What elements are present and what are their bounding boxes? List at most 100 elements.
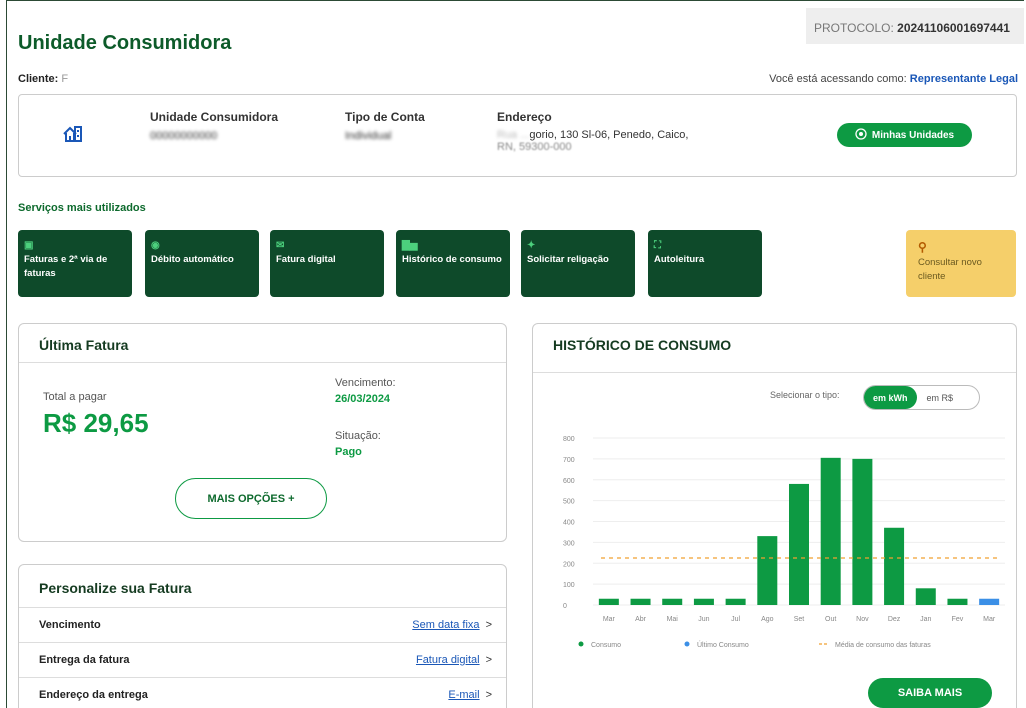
- bar-consumo: [662, 598, 683, 605]
- bar-consumo: [915, 588, 936, 605]
- toggle-kwh[interactable]: em kWh: [864, 386, 917, 409]
- due-date-label: Vencimento:: [335, 377, 396, 389]
- learn-more-button[interactable]: SAIBA MAIS: [868, 678, 992, 708]
- client-label: Cliente: F: [18, 73, 69, 85]
- consumption-history-card: HISTÓRICO DE CONSUMO Selecionar o tipo: …: [532, 323, 1017, 708]
- coin-icon: ◉: [151, 240, 160, 251]
- legend-consumo-marker: [578, 641, 584, 647]
- consumption-chart: 0 100 200 300 400 500 600 700 800 Mar Abr Mai Jun Jul…: [563, 436, 1005, 649]
- address-line2: RN, 59300-000: [497, 141, 572, 153]
- status-label: Situação:: [335, 430, 381, 442]
- personalize-card: Personalize sua Fatura Vencimento Sem da…: [18, 564, 507, 708]
- due-date-link[interactable]: Sem data fixa >: [412, 619, 492, 631]
- document-icon: ▣: [24, 240, 34, 251]
- row-label: Entrega da fatura: [39, 654, 130, 666]
- y-tick-label: 500: [563, 499, 575, 506]
- services-title: Serviços mais utilizados: [18, 202, 146, 214]
- y-tick-label: 100: [563, 582, 575, 589]
- delivery-address-link[interactable]: E-mail >: [448, 689, 492, 701]
- my-units-button[interactable]: Minhas Unidades: [837, 123, 972, 147]
- service-reconnection[interactable]: ✦ Solicitar religação: [521, 230, 635, 297]
- x-tick-label: Mar: [603, 616, 616, 623]
- y-tick-label: 300: [563, 540, 575, 547]
- status-value: Pago: [335, 446, 362, 458]
- service-consumption-history[interactable]: ▇▅ Histórico de consumo: [396, 230, 510, 297]
- legend-ultimo-marker: [684, 641, 690, 647]
- total-label: Total a pagar: [43, 391, 107, 403]
- last-invoice-card: Última Fatura Total a pagar R$ 29,65 Ven…: [18, 323, 507, 542]
- row-label: Endereço da entrega: [39, 689, 148, 701]
- access-text: Você está acessando como:: [769, 73, 907, 85]
- service-new-client[interactable]: ⚲ Consultar novo cliente: [906, 230, 1016, 297]
- account-type-header: Tipo de Conta: [345, 110, 425, 124]
- service-auto-debit[interactable]: ◉ Débito automático: [145, 230, 259, 297]
- account-type-col: Tipo de Conta Individual: [345, 110, 425, 142]
- service-self-reading[interactable]: ⛶ Autoleitura: [648, 230, 762, 297]
- personalize-row-due-date: Vencimento Sem data fixa >: [19, 608, 506, 643]
- x-tick-label: Jul: [731, 616, 740, 623]
- x-tick-label: Mar: [983, 616, 996, 623]
- x-tick-label: Dez: [888, 616, 901, 623]
- x-tick-label: Out: [825, 616, 836, 623]
- client-row: Cliente: F Você está acessando como: Rep…: [18, 73, 1018, 85]
- x-tick-label: Fev: [952, 616, 964, 623]
- account-type-value: Individual: [345, 130, 392, 142]
- legend-consumo-label: Consumo: [591, 642, 621, 649]
- bar-consumo: [884, 527, 905, 605]
- address-hidden-part: Rua ...: [497, 129, 530, 141]
- y-tick-label: 200: [563, 561, 575, 568]
- target-icon: [855, 127, 867, 143]
- bar-consumo: [852, 458, 873, 605]
- bar-consumo: [630, 598, 651, 605]
- personalize-title: Personalize sua Fatura: [19, 565, 506, 608]
- due-date-value: 26/03/2024: [335, 393, 391, 405]
- service-invoices-label: Faturas e 2ª via de faturas: [24, 254, 108, 279]
- bar-consumo: [598, 598, 619, 605]
- more-options-button[interactable]: MAIS OPÇÕES +: [175, 478, 327, 519]
- address-value: Rua ...gorio, 130 Sl-06, Penedo, Caico, …: [497, 129, 797, 153]
- select-type-label: Selecionar o tipo:: [770, 390, 840, 400]
- service-invoices[interactable]: ▣ Faturas e 2ª via de faturas: [18, 230, 132, 297]
- toggle-brl[interactable]: em R$: [917, 393, 954, 403]
- bar-consumo: [693, 598, 714, 605]
- x-tick-label: Jun: [698, 616, 709, 623]
- y-tick-label: 0: [563, 603, 567, 610]
- scan-icon: ⛶: [654, 240, 661, 251]
- uc-card: Unidade Consumidora 00000000000 Tipo de …: [18, 94, 1017, 177]
- chevron-right-icon: >: [485, 654, 492, 666]
- bar-consumo: [757, 536, 778, 605]
- building-icon: [63, 125, 83, 148]
- mail-icon: ✉: [276, 240, 285, 251]
- service-auto-debit-label: Débito automático: [151, 254, 234, 265]
- protocol-box: PROTOCOLO: 20241106001697441: [806, 8, 1024, 44]
- personalize-row-delivery: Entrega da fatura Fatura digital >: [19, 643, 506, 678]
- x-tick-label: Mai: [667, 616, 679, 623]
- y-tick-label: 700: [563, 457, 575, 464]
- page-title: Unidade Consumidora: [18, 32, 232, 54]
- service-consumption-history-label: Histórico de consumo: [402, 254, 502, 265]
- protocol-number: 20241106001697441: [897, 21, 1010, 35]
- access-info: Você está acessando como: Representante …: [769, 73, 1018, 85]
- uc-number-value: 00000000000: [150, 130, 218, 142]
- delivery-link[interactable]: Fatura digital >: [416, 654, 492, 666]
- row-label: Vencimento: [39, 619, 101, 631]
- x-tick-label: Ago: [761, 616, 774, 623]
- bar-consumo: [947, 598, 968, 605]
- chevron-right-icon: >: [485, 689, 492, 701]
- y-tick-label: 400: [563, 520, 575, 527]
- access-role-link[interactable]: Representante Legal: [910, 73, 1018, 85]
- address-header: Endereço: [497, 110, 552, 124]
- chevron-right-icon: >: [485, 619, 492, 631]
- address-line1: gorio, 130 Sl-06, Penedo, Caico,: [529, 129, 689, 141]
- lightning-icon: ✦: [527, 240, 536, 251]
- history-title: HISTÓRICO DE CONSUMO: [533, 324, 1016, 373]
- x-tick-label: Jan: [920, 616, 931, 623]
- service-digital-invoice[interactable]: ✉ Fatura digital: [270, 230, 384, 297]
- last-invoice-title: Última Fatura: [19, 324, 506, 363]
- legend-ultimo-label: Último Consumo: [697, 640, 749, 649]
- bar-consumo: [789, 483, 809, 605]
- y-tick-label: 800: [563, 436, 575, 443]
- x-tick-label: Set: [794, 616, 805, 623]
- bar--ltimo-consumo: [979, 598, 1000, 605]
- address-col: Endereço Rua ...gorio, 130 Sl-06, Penedo…: [497, 110, 797, 153]
